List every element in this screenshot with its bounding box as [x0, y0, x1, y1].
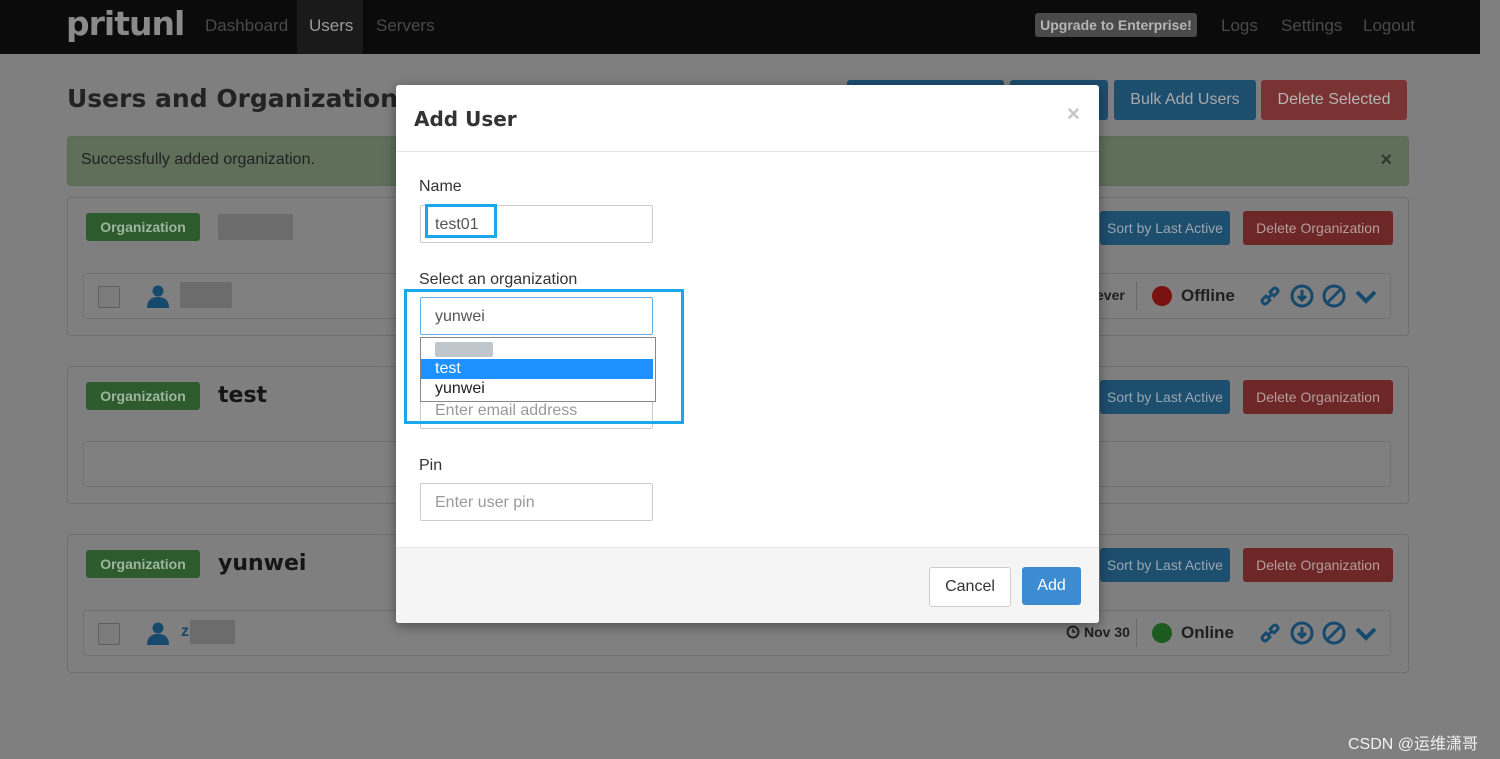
- alert-close-icon[interactable]: ×: [1380, 149, 1392, 172]
- watermark: CSDN @运维潇哥: [1348, 736, 1479, 753]
- delete-organization-button[interactable]: Delete Organization: [1243, 548, 1393, 582]
- sort-by-last-active-button[interactable]: Sort by Last Active: [1100, 380, 1230, 414]
- divider: [1136, 619, 1137, 647]
- last-active: ever: [1096, 287, 1125, 303]
- status-text: Online: [1181, 623, 1234, 642]
- upgrade-button[interactable]: Upgrade to Enterprise!: [1035, 13, 1197, 37]
- page-title: Users and Organizations: [67, 84, 413, 113]
- organization-label: Select an organization: [419, 271, 578, 288]
- nav-settings[interactable]: Settings: [1281, 16, 1342, 36]
- chevron-down-icon[interactable]: [1354, 284, 1378, 308]
- username-initial: z: [181, 623, 189, 640]
- alert-text: Successfully added organization.: [81, 151, 315, 168]
- add-user-modal: Add User × Name test01 Select an organiz…: [396, 85, 1099, 623]
- org-badge: Organization: [86, 382, 200, 410]
- user-checkbox[interactable]: [98, 286, 120, 308]
- last-active: Nov 30: [1084, 624, 1130, 640]
- name-label: Name: [419, 178, 462, 195]
- nav-logout[interactable]: Logout: [1363, 16, 1415, 36]
- delete-selected-button[interactable]: Delete Selected: [1261, 80, 1407, 120]
- status-offline-icon: [1152, 286, 1172, 306]
- modal-title: Add User: [414, 107, 517, 131]
- modal-footer: Cancel Add: [396, 547, 1099, 623]
- org-name: yunwei: [218, 551, 307, 576]
- blurred-username: [190, 620, 235, 644]
- disable-icon[interactable]: [1322, 621, 1346, 645]
- org-name: test: [218, 383, 268, 408]
- name-highlight-box: [425, 204, 497, 238]
- user-checkbox[interactable]: [98, 623, 120, 645]
- blurred-org-name: [218, 214, 293, 240]
- status-text: Offline: [1181, 286, 1235, 305]
- org-badge: Organization: [86, 213, 200, 241]
- clock-icon: [1066, 625, 1080, 639]
- nav-dashboard[interactable]: Dashboard: [205, 16, 288, 36]
- delete-organization-button[interactable]: Delete Organization: [1243, 380, 1393, 414]
- nav-servers[interactable]: Servers: [376, 16, 435, 36]
- user-icon: [147, 285, 169, 308]
- add-button[interactable]: Add: [1022, 567, 1081, 605]
- pin-input[interactable]: Enter user pin: [420, 483, 653, 521]
- navbar-edge: [1480, 0, 1500, 54]
- close-icon[interactable]: ×: [1067, 101, 1080, 127]
- organization-highlight-box: [404, 289, 684, 424]
- chevron-down-icon[interactable]: [1354, 621, 1378, 645]
- cancel-button[interactable]: Cancel: [929, 567, 1011, 607]
- link-icon[interactable]: [1258, 284, 1282, 308]
- nav-logs[interactable]: Logs: [1221, 16, 1258, 36]
- divider: [1136, 282, 1137, 310]
- modal-divider: [396, 151, 1099, 152]
- download-icon[interactable]: [1290, 621, 1314, 645]
- logo[interactable]: pritunl: [66, 4, 185, 43]
- pin-label: Pin: [419, 457, 443, 474]
- disable-icon[interactable]: [1322, 284, 1346, 308]
- bulk-add-users-button[interactable]: Bulk Add Users: [1114, 80, 1256, 120]
- status-online-icon: [1152, 623, 1172, 643]
- user-icon: [147, 622, 169, 645]
- sort-by-last-active-button[interactable]: Sort by Last Active: [1100, 548, 1230, 582]
- sort-by-last-active-button[interactable]: Sort by Last Active: [1100, 211, 1230, 245]
- link-icon[interactable]: [1258, 621, 1282, 645]
- download-icon[interactable]: [1290, 284, 1314, 308]
- org-badge: Organization: [86, 550, 200, 578]
- nav-users[interactable]: Users: [309, 16, 353, 36]
- delete-organization-button[interactable]: Delete Organization: [1243, 211, 1393, 245]
- blurred-username: [180, 282, 232, 308]
